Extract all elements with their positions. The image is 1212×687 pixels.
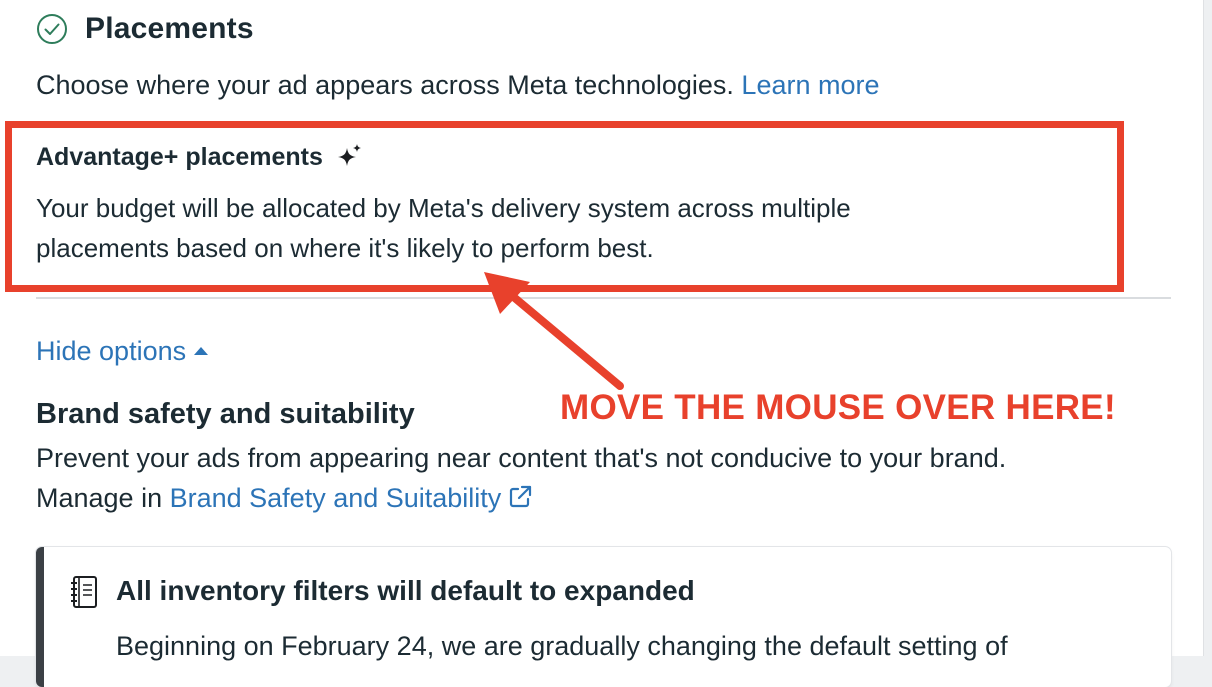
annotation-instruction: MOVE THE MOUSE OVER HERE!: [560, 388, 1116, 427]
caret-up-icon: [194, 346, 209, 355]
brand-safety-manage-line: Manage in Brand Safety and Suitability: [36, 478, 1176, 518]
brand-safety-description: Prevent your ads from appearing near con…: [36, 438, 1176, 518]
placements-header: Placements: [36, 12, 254, 46]
notice-body: Beginning on February 24, we are gradual…: [116, 631, 1008, 661]
brand-safety-description-text: Prevent your ads from appearing near con…: [36, 443, 1007, 473]
page-title: Placements: [85, 12, 254, 45]
inventory-filter-notice: All inventory filters will default to ex…: [36, 547, 1171, 687]
brand-safety-link[interactable]: Brand Safety and Suitability: [170, 483, 534, 513]
brand-safety-link-label: Brand Safety and Suitability: [169, 483, 502, 513]
external-link-icon: [510, 485, 532, 508]
hide-options-toggle[interactable]: Hide options: [36, 336, 209, 367]
brand-safety-title: Brand safety and suitability: [36, 398, 415, 430]
notebook-icon: [71, 576, 97, 608]
placements-description-text: Choose where your ad appears across Meta…: [36, 70, 734, 100]
placements-panel: Placements Choose where your ad appears …: [0, 0, 1204, 687]
placements-description: Choose where your ad appears across Meta…: [36, 70, 880, 101]
notice-title: All inventory filters will default to ex…: [116, 575, 695, 606]
hide-options-label: Hide options: [36, 336, 187, 366]
manage-prefix: Manage in: [36, 483, 163, 513]
notice-accent-bar: [36, 547, 44, 687]
check-circle-icon: [37, 14, 67, 44]
annotation-arrow-icon: [484, 272, 624, 390]
learn-more-link[interactable]: Learn more: [741, 70, 879, 100]
annotation-highlight-box: [5, 121, 1124, 292]
